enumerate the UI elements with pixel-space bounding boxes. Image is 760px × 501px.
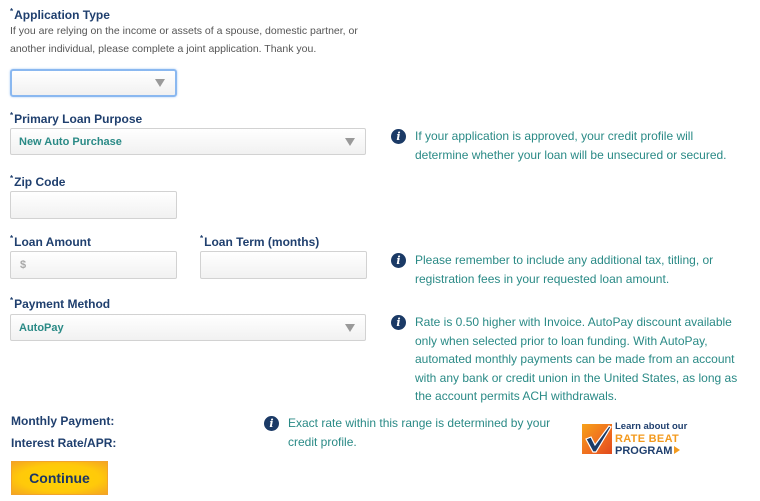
application-type-label-text: Application Type (14, 8, 110, 22)
info-line: If your application is approved, your cr… (415, 129, 694, 143)
info-line: registration fees in your requested loan… (415, 271, 670, 286)
loan-term-label: *Loan Term (months) (200, 234, 320, 249)
loan-purpose-info: i If your application is approved, your … (391, 127, 751, 164)
info-icon: i (391, 253, 406, 268)
zip-code-input[interactable] (10, 191, 177, 219)
rate-info: i Exact rate within this range is determ… (264, 414, 564, 451)
required-marker: * (10, 234, 14, 243)
payment-method-label-text: Payment Method (14, 297, 111, 311)
monthly-payment-label: Monthly Payment: (11, 414, 115, 428)
help-line: If you are relying on the income or asse… (10, 25, 358, 37)
info-line: with any bank or credit union in the Uni… (415, 370, 738, 385)
info-line: automated monthly payments can be made f… (415, 352, 735, 366)
loan-term-input[interactable] (200, 251, 367, 279)
dollar-prefix: $ (20, 259, 27, 271)
info-line: only when selected prior to loan funding… (415, 333, 708, 348)
primary-loan-purpose-value: New Auto Purchase (19, 135, 122, 148)
info-line: Exact rate within this range is determin… (288, 416, 551, 430)
continue-button[interactable]: Continue (11, 461, 108, 495)
arrow-right-icon (674, 446, 681, 454)
info-line: the account permits ACH withdrawals. (415, 389, 618, 403)
payment-method-info-text: Rate is 0.50 higher with Invoice. AutoPa… (415, 313, 737, 406)
required-marker: * (200, 234, 204, 243)
payment-method-label: *Payment Method (10, 296, 111, 311)
rate-beat-text: Learn about our RATE BEAT PROGRAM (615, 421, 687, 457)
info-line: determine whether your loan will be unse… (415, 147, 727, 162)
required-marker: * (10, 296, 14, 305)
help-line: another individual, please complete a jo… (10, 43, 317, 55)
loan-amount-input[interactable]: $ (10, 251, 177, 279)
chevron-down-icon (155, 79, 165, 87)
rate-info-text: Exact rate within this range is determin… (288, 414, 550, 451)
zip-code-label: *Zip Code (10, 174, 66, 189)
application-type-help: If you are relying on the income or asse… (10, 22, 358, 58)
payment-method-value: AutoPay (19, 321, 64, 334)
info-icon: i (391, 129, 406, 144)
checkmark-icon (585, 425, 612, 453)
payment-method-select[interactable]: AutoPay (10, 314, 366, 341)
rate-beat-line1: Learn about our (615, 421, 688, 432)
required-marker: * (10, 7, 14, 16)
primary-loan-purpose-select[interactable]: New Auto Purchase (10, 128, 366, 155)
info-icon: i (264, 416, 279, 431)
loan-amount-label: *Loan Amount (10, 234, 91, 249)
loan-amount-info: i Please remember to include any additio… (391, 251, 751, 288)
loan-amount-label-text: Loan Amount (14, 235, 91, 249)
info-line: Rate is 0.50 higher with Invoice. AutoPa… (415, 315, 732, 329)
info-icon: i (391, 315, 406, 330)
loan-term-label-text: Loan Term (months) (204, 235, 320, 249)
required-marker: * (10, 174, 14, 183)
rate-beat-line3: PROGRAM (615, 445, 687, 457)
chevron-down-icon (345, 323, 355, 332)
info-line: Please remember to include any additiona… (415, 253, 714, 267)
rate-beat-line2: RATE BEAT (615, 433, 680, 445)
info-line: credit profile. (288, 434, 357, 449)
chevron-down-icon (345, 137, 355, 146)
rate-beat-logo (582, 424, 612, 454)
rate-beat-link[interactable]: Learn about our RATE BEAT PROGRAM (582, 421, 687, 457)
interest-rate-label: Interest Rate/APR: (11, 436, 117, 450)
loan-amount-info-text: Please remember to include any additiona… (415, 251, 713, 288)
loan-purpose-info-text: If your application is approved, your cr… (415, 127, 727, 164)
primary-loan-purpose-label-text: Primary Loan Purpose (14, 112, 143, 126)
required-marker: * (10, 111, 14, 120)
application-type-label: *Application Type (10, 7, 110, 22)
payment-method-info: i Rate is 0.50 higher with Invoice. Auto… (391, 313, 756, 406)
primary-loan-purpose-label: *Primary Loan Purpose (10, 111, 143, 126)
rate-beat-program-text: PROGRAM (615, 445, 673, 457)
zip-code-label-text: Zip Code (14, 175, 66, 189)
application-type-select[interactable] (10, 69, 177, 97)
